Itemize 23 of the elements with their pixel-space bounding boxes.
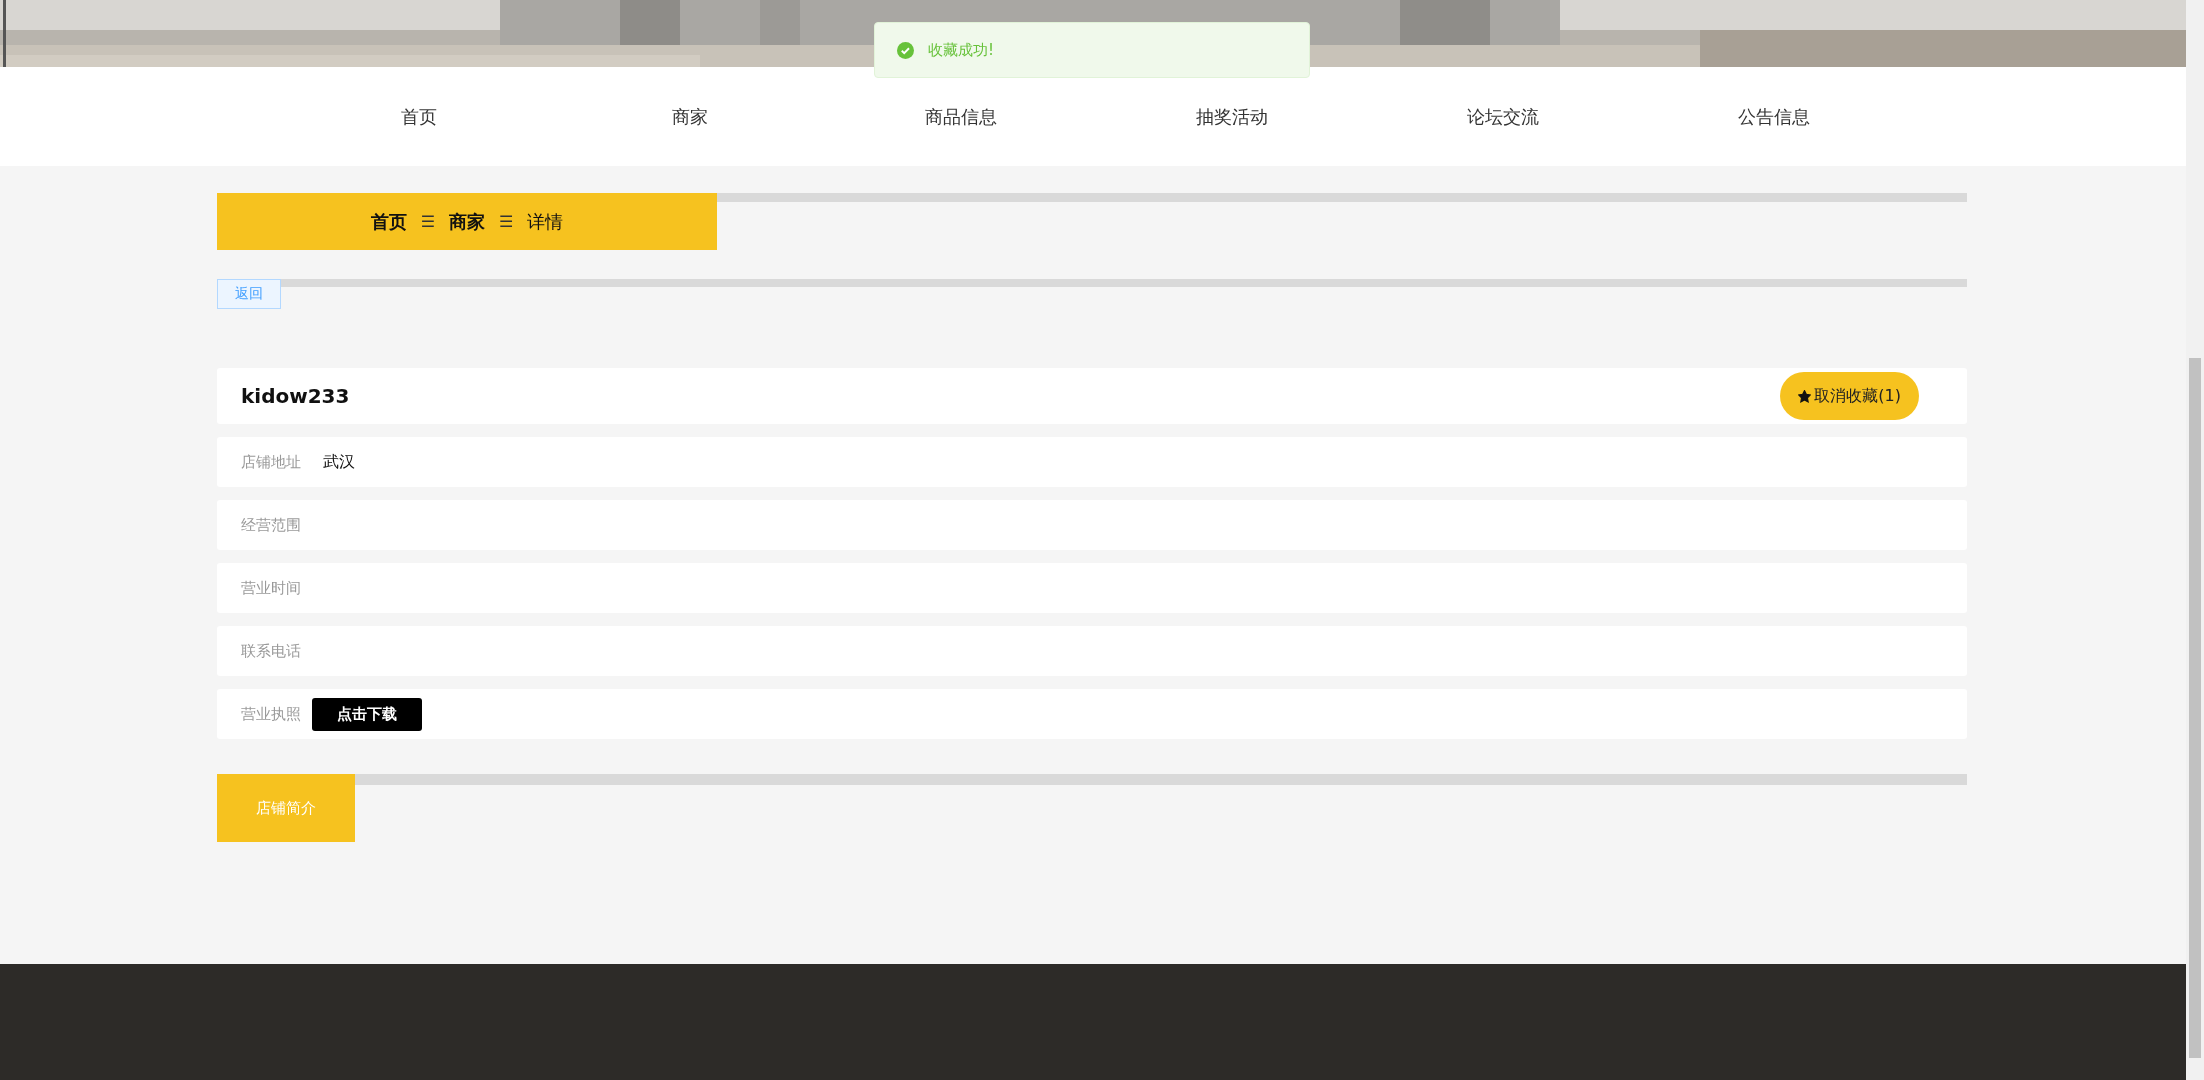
favorite-button[interactable]: 取消收藏(1)	[1780, 372, 1919, 420]
field-value: 武汉	[323, 451, 355, 473]
breadcrumb-item: 详情	[527, 209, 564, 234]
section-title: 店铺简介	[217, 774, 355, 842]
toast-message: 收藏成功!	[928, 40, 994, 60]
breadcrumb-item[interactable]: 商家	[449, 209, 485, 234]
check-icon	[897, 41, 914, 59]
star-icon	[1798, 389, 1812, 403]
nav-link[interactable]: 商家	[554, 67, 825, 166]
download-button[interactable]: 点击下载	[312, 697, 422, 731]
scrollbar[interactable]	[2186, 0, 2204, 1080]
field-label: 店铺地址	[241, 452, 301, 472]
field-label: 经营范围	[241, 515, 301, 535]
separator-icon: ☰	[499, 212, 514, 231]
field-label: 营业时间	[241, 578, 301, 598]
field-label: 营业执照	[241, 704, 301, 724]
nav-link[interactable]: 公告信息	[1638, 67, 1909, 166]
nav-link[interactable]: 首页	[283, 67, 554, 166]
field-label: 联系电话	[241, 641, 301, 661]
breadcrumb-item[interactable]: 首页	[370, 209, 407, 234]
separator-icon: ☰	[420, 212, 435, 231]
shop-name: kidow233	[241, 384, 350, 408]
nav-link[interactable]: 论坛交流	[1367, 67, 1638, 166]
